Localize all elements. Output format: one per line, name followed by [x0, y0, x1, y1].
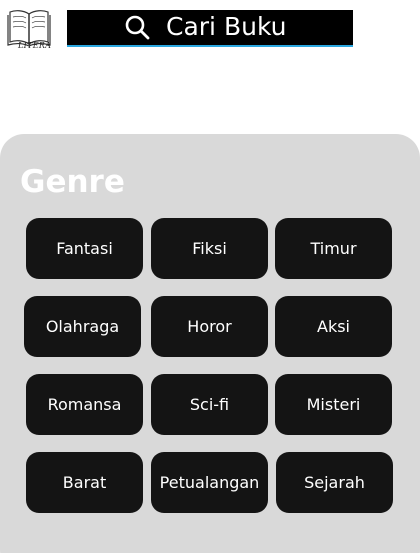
genre-button-horor[interactable]: Horor [151, 296, 268, 357]
genre-button-aksi[interactable]: Aksi [275, 296, 392, 357]
search-icon [125, 15, 150, 40]
genre-button-barat[interactable]: Barat [26, 452, 143, 513]
search-button[interactable]: Cari Buku [67, 10, 353, 47]
logo-text: LITERA [18, 41, 52, 50]
genre-button-fantasi[interactable]: Fantasi [26, 218, 143, 279]
genre-button-sejarah[interactable]: Sejarah [276, 452, 393, 513]
genre-button-sci-fi[interactable]: Sci-fi [151, 374, 268, 435]
genre-title: Genre [20, 164, 125, 200]
genre-button-misteri[interactable]: Misteri [275, 374, 392, 435]
genre-button-fiksi[interactable]: Fiksi [151, 218, 268, 279]
genre-panel: Genre Fantasi Fiksi Timur Olahraga Horor… [0, 134, 420, 553]
genre-button-romansa[interactable]: Romansa [26, 374, 143, 435]
genre-button-olahraga[interactable]: Olahraga [24, 296, 141, 357]
genre-button-petualangan[interactable]: Petualangan [151, 452, 268, 513]
genre-button-timur[interactable]: Timur [275, 218, 392, 279]
page: LITERA Cari Buku Genre Fantasi Fiksi Tim… [0, 0, 420, 553]
search-label: Cari Buku [166, 12, 287, 41]
